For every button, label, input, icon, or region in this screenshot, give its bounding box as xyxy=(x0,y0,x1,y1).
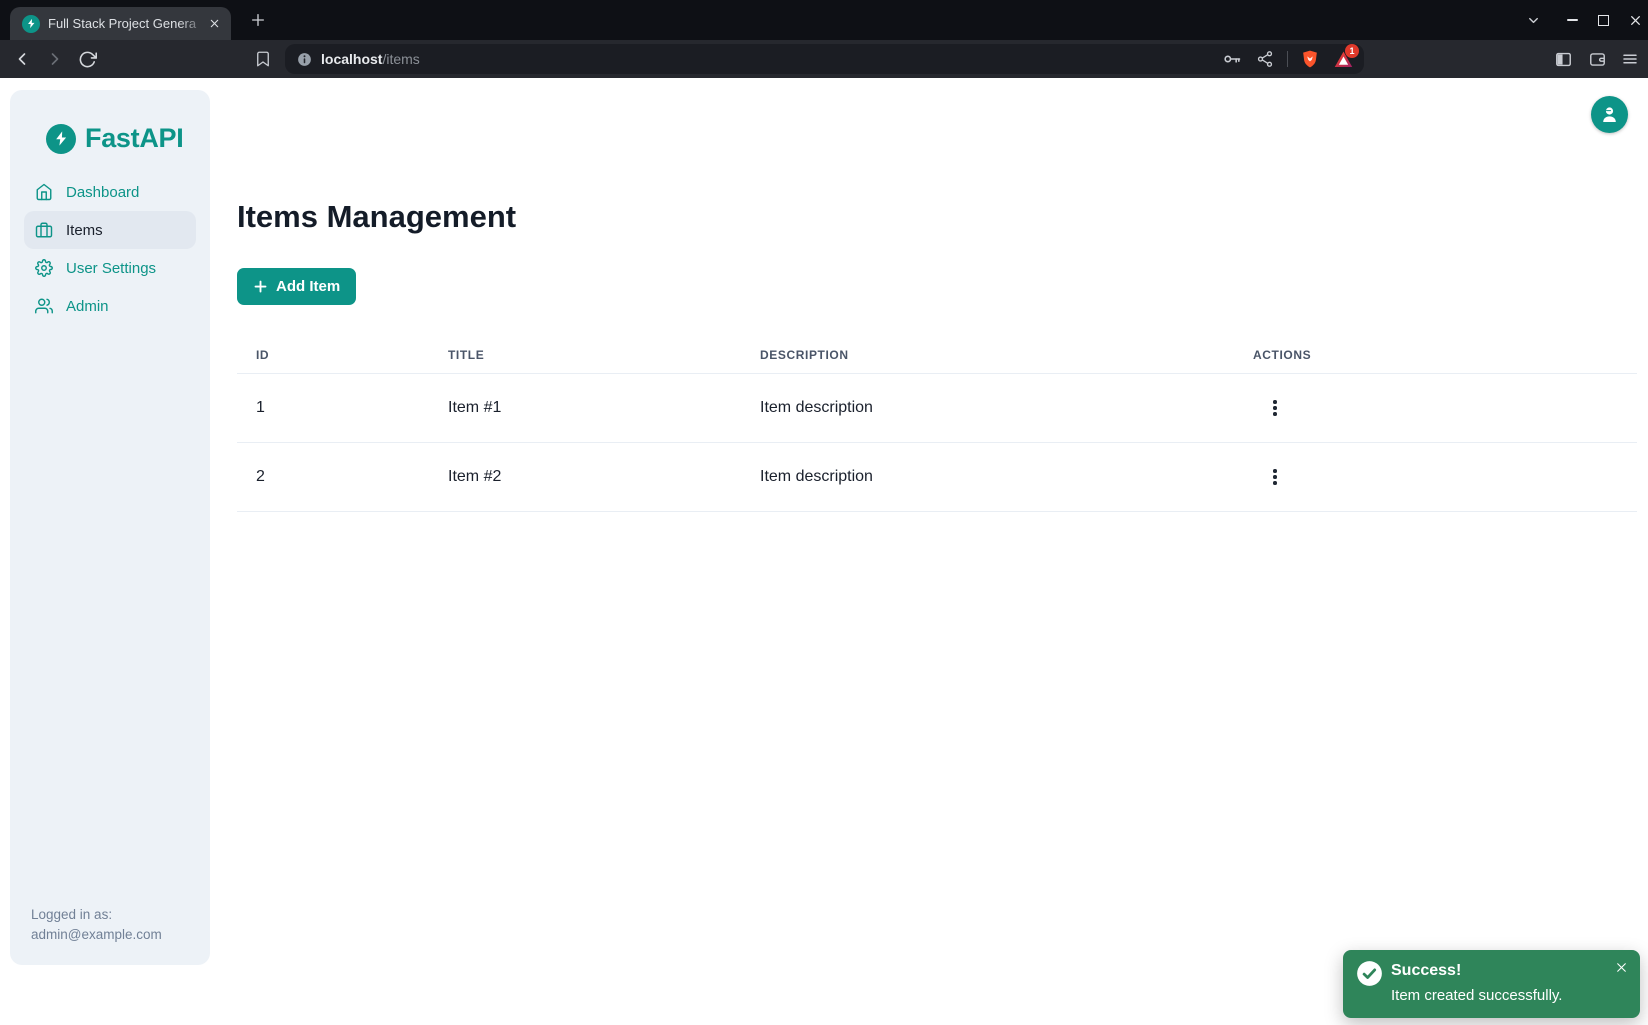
sidebar-item-label: Dashboard xyxy=(66,184,139,201)
url-bar[interactable]: localhost/items 1 xyxy=(285,44,1364,74)
check-circle-icon xyxy=(1356,960,1383,992)
sidebar: FastAPI Dashboard Items User Settings xyxy=(10,90,210,965)
page-content: FastAPI Dashboard Items User Settings xyxy=(0,78,1648,1025)
plus-icon xyxy=(253,279,268,294)
sidebar-item-admin[interactable]: Admin xyxy=(24,287,196,325)
user-avatar-icon xyxy=(1599,104,1620,125)
app-logo: FastAPI xyxy=(46,123,183,154)
tab-favicon-icon xyxy=(22,15,40,33)
row-actions-menu-button[interactable] xyxy=(1262,464,1288,490)
password-key-icon[interactable] xyxy=(1221,48,1243,70)
sidebar-toggle-icon[interactable] xyxy=(1553,49,1573,69)
users-icon xyxy=(35,297,53,315)
sidebar-item-user-settings[interactable]: User Settings xyxy=(24,249,196,287)
close-window-button[interactable] xyxy=(1624,9,1646,31)
tab-title: Full Stack Project Genera xyxy=(48,16,204,32)
back-button[interactable] xyxy=(12,49,32,69)
site-info-icon[interactable] xyxy=(295,50,313,68)
browser-toolbar: localhost/items 1 xyxy=(0,40,1648,78)
sidebar-item-label: User Settings xyxy=(66,260,156,277)
menu-hamburger-icon[interactable] xyxy=(1620,49,1640,69)
user-menu-button[interactable] xyxy=(1591,96,1628,133)
cell-id: 1 xyxy=(237,399,429,417)
tab-strip: Full Stack Project Genera xyxy=(0,0,1648,40)
maximize-button[interactable] xyxy=(1592,9,1614,31)
add-item-label: Add Item xyxy=(276,278,340,295)
url-path: /items xyxy=(382,51,419,67)
success-toast: Success! Item created successfully. xyxy=(1343,950,1640,1018)
url-host: localhost xyxy=(321,51,382,67)
minimize-button[interactable] xyxy=(1561,9,1583,31)
logged-in-label: Logged in as: xyxy=(31,905,162,925)
toast-title: Success! xyxy=(1391,962,1461,980)
new-tab-button[interactable] xyxy=(247,9,269,31)
share-icon[interactable] xyxy=(1254,48,1276,70)
table-row: 1 Item #1 Item description xyxy=(237,374,1637,443)
toast-message: Item created successfully. xyxy=(1391,987,1562,1004)
column-header-title: TITLE xyxy=(429,348,741,362)
sidebar-item-label: Items xyxy=(66,222,103,239)
sidebar-nav: Dashboard Items User Settings Admin xyxy=(24,173,196,325)
gear-icon xyxy=(35,259,53,277)
logged-in-email: admin@example.com xyxy=(31,925,162,945)
add-item-button[interactable]: Add Item xyxy=(237,268,356,305)
reload-button[interactable] xyxy=(77,49,97,69)
briefcase-icon xyxy=(35,221,53,239)
column-header-description: DESCRIPTION xyxy=(741,348,1234,362)
table-header-row: ID TITLE DESCRIPTION ACTIONS xyxy=(237,337,1637,374)
bookmark-icon[interactable] xyxy=(253,49,273,69)
sidebar-item-items[interactable]: Items xyxy=(24,211,196,249)
browser-window: Full Stack Project Genera xyxy=(0,0,1648,1025)
row-actions-menu-button[interactable] xyxy=(1262,395,1288,421)
brave-shield-icon[interactable] xyxy=(1299,48,1321,70)
app-logo-text: FastAPI xyxy=(85,123,183,154)
cell-id: 2 xyxy=(237,468,429,486)
table-row: 2 Item #2 Item description xyxy=(237,443,1637,512)
page-title: Items Management xyxy=(237,198,516,236)
home-icon xyxy=(35,183,53,201)
column-header-id: ID xyxy=(237,348,429,362)
wallet-icon[interactable] xyxy=(1587,49,1607,69)
url-text: localhost/items xyxy=(321,44,420,74)
brave-rewards-icon[interactable]: 1 xyxy=(1332,48,1354,70)
toast-close-icon[interactable] xyxy=(1611,957,1631,977)
column-header-actions: ACTIONS xyxy=(1234,348,1637,362)
browser-tab[interactable]: Full Stack Project Genera xyxy=(10,7,231,40)
tab-search-chevron-icon[interactable] xyxy=(1522,9,1544,31)
forward-button[interactable] xyxy=(45,49,65,69)
cell-title: Item #1 xyxy=(429,399,741,417)
sidebar-item-label: Admin xyxy=(66,298,109,315)
cell-title: Item #2 xyxy=(429,468,741,486)
sidebar-item-dashboard[interactable]: Dashboard xyxy=(24,173,196,211)
items-table: ID TITLE DESCRIPTION ACTIONS 1 Item #1 I… xyxy=(237,337,1637,512)
cell-description: Item description xyxy=(741,468,1234,486)
fastapi-bolt-icon xyxy=(46,124,76,154)
toolbar-divider xyxy=(1287,51,1288,67)
logged-in-info: Logged in as: admin@example.com xyxy=(31,905,162,945)
cell-description: Item description xyxy=(741,399,1234,417)
rewards-badge: 1 xyxy=(1345,44,1359,58)
tab-close-button[interactable] xyxy=(204,14,224,34)
